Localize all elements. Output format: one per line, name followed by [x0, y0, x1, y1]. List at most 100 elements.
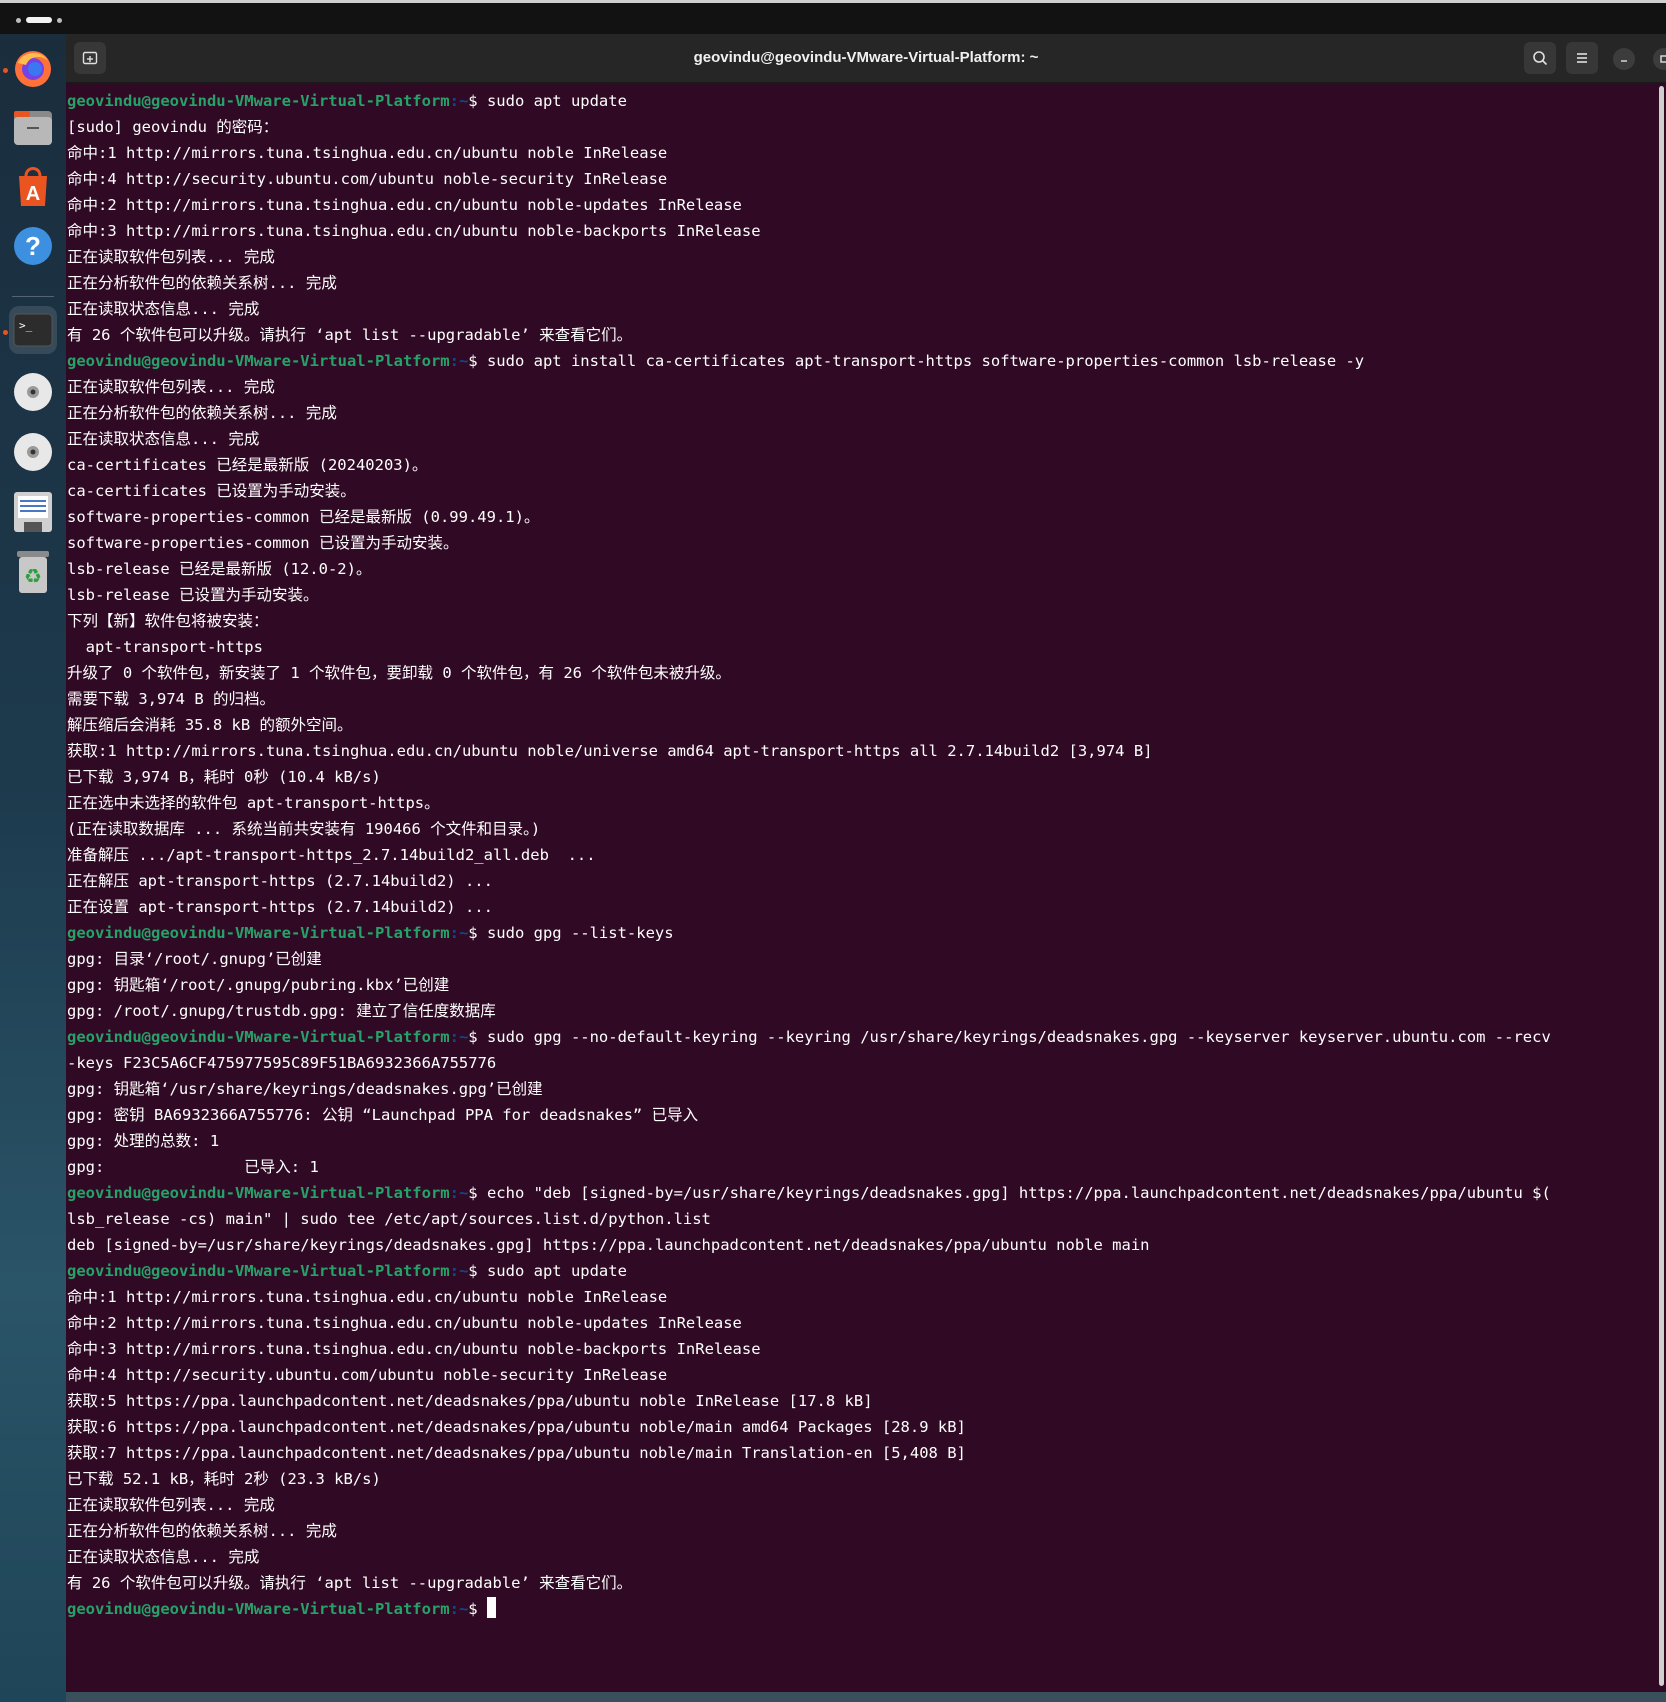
output-line: (正在读取数据库 ... 系统当前共安装有 190466 个文件和目录。): [67, 820, 541, 838]
dock-item-app-center[interactable]: A: [9, 162, 57, 210]
output-line: 正在读取状态信息... 完成: [67, 300, 260, 318]
output-line: gpg: /root/.gnupg/trustdb.gpg: 建立了信任度数据库: [67, 1002, 496, 1020]
output-line: 正在读取状态信息... 完成: [67, 430, 260, 448]
terminal-output[interactable]: geovindu@geovindu-VMware-Virtual-Platfor…: [66, 82, 1656, 1692]
dock-item-trash[interactable]: ♻: [9, 548, 57, 596]
command-line: geovindu@geovindu-VMware-Virtual-Platfor…: [67, 1258, 1656, 1284]
output-line: lsb-release 已设置为手动安装。: [67, 586, 319, 604]
command-text: sudo apt install ca-certificates apt-tra…: [486, 352, 1365, 370]
dock-item-disc-2[interactable]: [9, 428, 57, 476]
output-line: gpg: 密钥 BA6932366A755776: 公钥 “Launchpad …: [67, 1106, 699, 1124]
output-line: 获取:5 https://ppa.launchpadcontent.net/de…: [67, 1392, 873, 1410]
terminal-window: geovindu@geovindu-VMware-Virtual-Platfor…: [66, 34, 1666, 1702]
output-line: 有 26 个软件包可以升级。请执行 ‘apt list --upgradable…: [67, 326, 633, 344]
prompt-user: geovindu@geovindu-VMware-Virtual-Platfor…: [67, 352, 450, 370]
command-text: sudo gpg --list-keys: [486, 924, 674, 942]
output-line: 正在解压 apt-transport-https (2.7.14build2) …: [67, 872, 493, 890]
prompt-dollar: $: [468, 352, 487, 370]
output-line: software-properties-common 已设置为手动安装。: [67, 534, 459, 552]
output-line: 正在读取软件包列表... 完成: [67, 248, 275, 266]
output-line: 正在读取状态信息... 完成: [67, 1548, 260, 1566]
dock-item-disc-1[interactable]: [9, 368, 57, 416]
output-line: software-properties-common 已经是最新版 (0.99.…: [67, 508, 540, 526]
command-line: geovindu@geovindu-VMware-Virtual-Platfor…: [67, 1180, 1656, 1206]
output-line: gpg: 目录‘/root/.gnupg’已创建: [67, 950, 322, 968]
top-panel: [0, 0, 1666, 34]
firefox-icon: [15, 51, 51, 87]
output-line: gpg: 已导入: 1: [67, 1158, 319, 1176]
dock-item-files[interactable]: [9, 104, 57, 152]
maximize-icon: [1660, 55, 1666, 63]
scrollbar[interactable]: [1659, 86, 1664, 1686]
prompt-dollar: $: [468, 92, 487, 110]
output-line: 获取:6 https://ppa.launchpadcontent.net/de…: [67, 1418, 966, 1436]
prompt-dollar: $: [468, 924, 487, 942]
running-indicator: [3, 68, 8, 73]
output-line: ca-certificates 已经是最新版 (20240203)。: [67, 456, 428, 474]
command-line: geovindu@geovindu-VMware-Virtual-Platfor…: [67, 348, 1656, 374]
workspace-dot: [57, 17, 62, 23]
dock-item-help[interactable]: ?: [9, 222, 57, 270]
floppy-icon: [14, 492, 52, 532]
prompt-user: geovindu@geovindu-VMware-Virtual-Platfor…: [67, 1262, 450, 1280]
output-line: -keys F23C5A6CF475977595C89F51BA6932366A…: [67, 1054, 497, 1072]
text-cursor: [486, 1597, 496, 1618]
prompt-path: :~: [449, 352, 469, 370]
output-line: 命中:1 http://mirrors.tuna.tsinghua.edu.cn…: [67, 1288, 668, 1306]
menu-button[interactable]: [1566, 42, 1598, 74]
output-line: 命中:2 http://mirrors.tuna.tsinghua.edu.cn…: [67, 196, 742, 214]
files-icon: [14, 111, 52, 145]
prompt-dollar: $: [468, 1600, 487, 1618]
output-line: 命中:2 http://mirrors.tuna.tsinghua.edu.cn…: [67, 1314, 742, 1332]
output-line: 解压缩后会消耗 35.8 kB 的额外空间。: [67, 716, 353, 734]
output-line: 命中:4 http://security.ubuntu.com/ubuntu n…: [67, 1366, 668, 1384]
prompt-path: :~: [449, 924, 469, 942]
prompt-path: :~: [449, 1262, 469, 1280]
output-line: 有 26 个软件包可以升级。请执行 ‘apt list --upgradable…: [67, 1574, 633, 1592]
svg-text:?: ?: [25, 231, 41, 261]
output-line: gpg: 处理的总数: 1: [67, 1132, 220, 1150]
command-text: sudo gpg --no-default-keyring --keyring …: [486, 1028, 1551, 1046]
dock-item-floppy[interactable]: [9, 488, 57, 536]
output-line: 获取:1 http://mirrors.tuna.tsinghua.edu.cn…: [67, 742, 1153, 760]
output-line: gpg: 钥匙箱‘/root/.gnupg/pubring.kbx’已创建: [67, 976, 450, 994]
prompt-user: geovindu@geovindu-VMware-Virtual-Platfor…: [67, 1600, 450, 1618]
title-bar[interactable]: geovindu@geovindu-VMware-Virtual-Platfor…: [66, 34, 1666, 83]
output-line: lsb_release -cs) main" | sudo tee /etc/a…: [67, 1210, 711, 1228]
workspace-indicator[interactable]: [16, 17, 62, 23]
output-line: 升级了 0 个软件包，新安装了 1 个软件包，要卸载 0 个软件包，有 26 个…: [67, 664, 731, 682]
disc-icon: [14, 433, 52, 471]
dock-item-terminal[interactable]: >_: [9, 306, 57, 354]
dock-item-firefox[interactable]: [9, 44, 57, 92]
running-indicator: [3, 330, 8, 335]
minimize-button[interactable]: [1613, 48, 1635, 70]
output-line: 命中:3 http://mirrors.tuna.tsinghua.edu.cn…: [67, 1340, 761, 1358]
prompt-path: :~: [449, 1028, 469, 1046]
output-line: apt-transport-https: [67, 638, 263, 656]
prompt-dollar: $: [468, 1028, 487, 1046]
search-icon: [1533, 51, 1548, 66]
output-line: [sudo] geovindu 的密码：: [67, 118, 279, 136]
output-line: 已下载 52.1 kB，耗时 2秒 (23.3 kB/s): [67, 1470, 381, 1488]
workspace-dot: [16, 17, 21, 23]
prompt-line: geovindu@geovindu-VMware-Virtual-Platfor…: [67, 1596, 1656, 1622]
command-text: echo "deb [signed-by=/usr/share/keyrings…: [486, 1184, 1551, 1202]
command-line: geovindu@geovindu-VMware-Virtual-Platfor…: [67, 88, 1656, 114]
output-line: deb [signed-by=/usr/share/keyrings/deads…: [67, 1236, 1150, 1254]
maximize-button[interactable]: [1653, 48, 1666, 70]
output-line: 获取:7 https://ppa.launchpadcontent.net/de…: [67, 1444, 966, 1462]
trash-icon: ♻: [17, 551, 49, 593]
dock: A ? >_ ♻: [0, 34, 66, 1702]
window-bottom-edge: [66, 1692, 1666, 1702]
help-icon: ?: [14, 227, 52, 265]
disc-icon: [14, 373, 52, 411]
search-button[interactable]: [1524, 42, 1556, 74]
prompt-path: :~: [449, 1600, 469, 1618]
output-line: lsb-release 已经是最新版 (12.0-2)。: [67, 560, 372, 578]
command-line: geovindu@geovindu-VMware-Virtual-Platfor…: [67, 920, 1656, 946]
output-line: 命中:3 http://mirrors.tuna.tsinghua.edu.cn…: [67, 222, 761, 240]
prompt-dollar: $: [468, 1184, 487, 1202]
output-line: 已下载 3,974 B，耗时 0秒 (10.4 kB/s): [67, 768, 381, 786]
command-text: sudo apt update: [486, 92, 627, 110]
output-line: 正在读取软件包列表... 完成: [67, 1496, 275, 1514]
